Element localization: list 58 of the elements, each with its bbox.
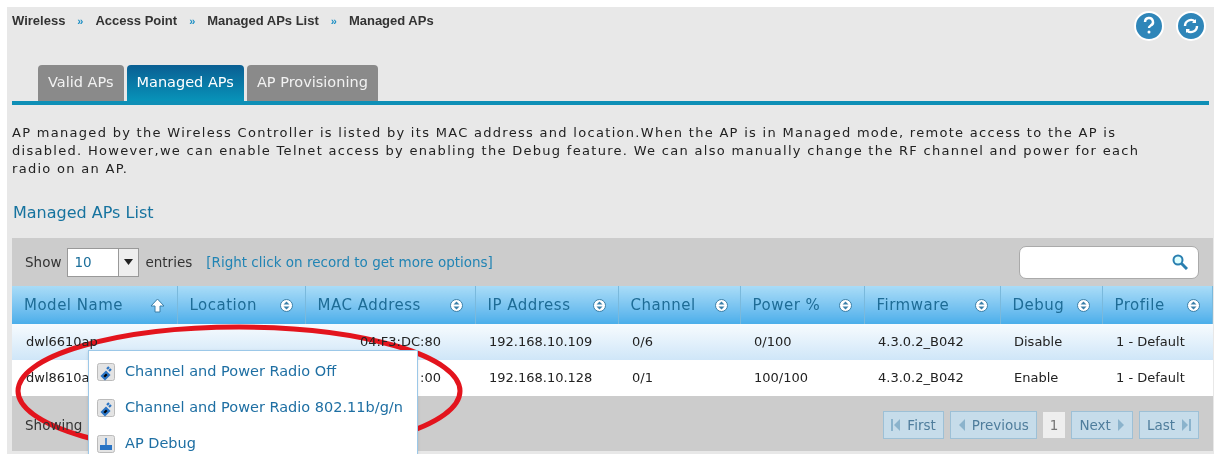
column-header[interactable]: Power % [740, 286, 864, 324]
search-field[interactable] [1019, 245, 1199, 279]
column-header[interactable]: Location [177, 286, 305, 324]
hint-text: [Right click on record to get more options] [206, 252, 493, 272]
next-page-button[interactable]: Next [1071, 411, 1133, 439]
breadcrumb-separator: » [77, 13, 84, 29]
plug-icon [97, 399, 115, 417]
table-cell: Enable [1014, 370, 1059, 386]
table-cell: 0/6 [632, 334, 653, 350]
router-icon [97, 435, 115, 453]
table-cell: 4.3.0.2_B042 [878, 334, 964, 350]
column-header[interactable]: Profile [1102, 286, 1213, 324]
entries-label: entries [145, 252, 193, 272]
table-cell: Disable [1014, 334, 1063, 350]
table-cell: dwl8610a [26, 370, 90, 386]
table-cell: 0/1 [632, 370, 653, 386]
breadcrumb-link[interactable]: Managed APs [348, 11, 434, 31]
description-text: AP managed by the Wireless Controller is listed by its MAC address and location.When the AP is in Managed mode, remote access to the AP is disabled. However,we can enable Telnet access by enabling the Debug feature. We can also manually change the RF channel and power for each radio on an AP. [11, 124, 1141, 178]
refresh-icon[interactable] [1176, 11, 1206, 41]
breadcrumb-separator: » [330, 13, 337, 29]
column-header[interactable]: Channel [618, 286, 740, 324]
first-page-button[interactable]: First [883, 411, 944, 439]
table-cell: 100/100 [754, 370, 808, 386]
section-title: Managed APs List [12, 202, 155, 224]
table-cell: 192.168.10.109 [489, 334, 593, 350]
first-page-icon [891, 418, 902, 432]
breadcrumb-link[interactable]: Managed APs List [207, 11, 319, 31]
table-cell: 1 - Default [1116, 334, 1185, 350]
column-header[interactable]: Firmware [864, 286, 1000, 324]
tab[interactable]: Managed APs [126, 65, 244, 101]
column-header[interactable]: Model Name [12, 286, 177, 324]
plug-icon [97, 363, 115, 381]
column-header[interactable]: MAC Address [305, 286, 475, 324]
page-number-button[interactable]: 1 [1042, 412, 1066, 438]
tab[interactable]: AP Provisioning [246, 65, 378, 101]
column-header[interactable]: IP Address [475, 286, 618, 324]
previous-page-button[interactable]: Previous [949, 411, 1037, 439]
table-cell: 1 - Default [1116, 370, 1185, 386]
column-header[interactable]: Debug [1000, 286, 1102, 324]
last-page-icon [1181, 418, 1191, 432]
show-label: Show [25, 252, 62, 272]
context-menu-item[interactable]: AP Debug [89, 426, 417, 454]
search-icon [1172, 254, 1188, 270]
table-cell: 192.168.10.128 [489, 370, 593, 386]
help-icon[interactable] [1134, 11, 1164, 41]
breadcrumb-link[interactable]: Access Point [95, 11, 178, 31]
table-cell: :00 [420, 370, 441, 386]
page-size-dropdown[interactable]: 10 [67, 247, 140, 277]
table-cell: 4.3.0.2_B042 [878, 370, 964, 386]
dropdown-caret-icon [124, 259, 134, 265]
tab[interactable]: Valid APs [38, 65, 124, 101]
table-cell: 0/100 [754, 334, 792, 350]
next-icon [1116, 418, 1125, 432]
breadcrumb-link[interactable]: Wireless [12, 11, 66, 31]
table-cell: dwl6610ap [26, 334, 98, 350]
breadcrumb-separator: » [189, 13, 196, 29]
previous-icon [957, 418, 966, 432]
last-page-button[interactable]: Last [1138, 411, 1199, 439]
